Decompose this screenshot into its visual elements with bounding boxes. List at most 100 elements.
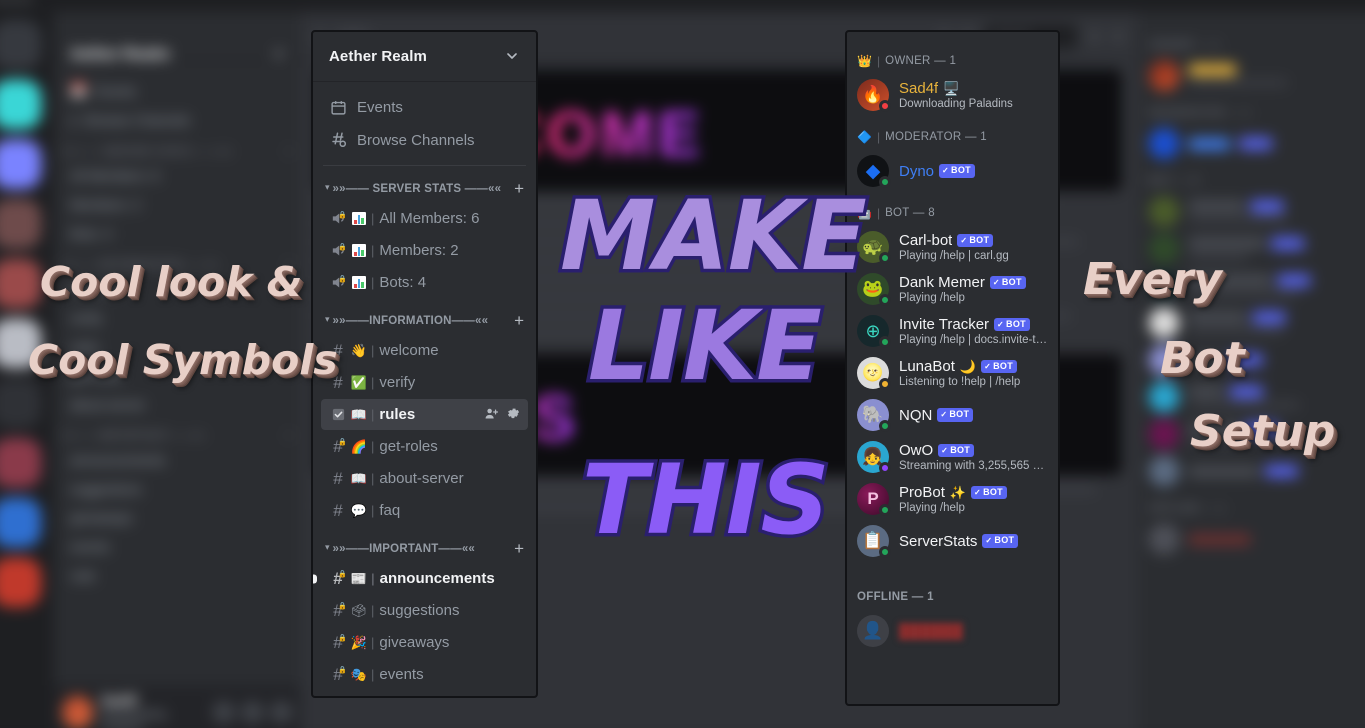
channel-actions[interactable] <box>484 406 521 424</box>
plus-icon[interactable]: + <box>514 540 524 557</box>
category-header-server-stats[interactable]: ▾ »»—— SERVER STATS ——«« + <box>321 175 528 202</box>
server-icon-9[interactable] <box>0 557 42 608</box>
avatar[interactable] <box>1148 455 1180 487</box>
check-icon: ✓ <box>942 166 950 175</box>
server-icon-1[interactable] <box>0 79 42 130</box>
server-icon-3[interactable] <box>0 199 42 249</box>
background-close-icon[interactable]: ✕ <box>273 47 284 63</box>
avatar[interactable] <box>1148 381 1180 413</box>
avatar[interactable]: 👧 <box>857 441 891 474</box>
microphone-icon[interactable] <box>212 700 235 724</box>
member-row-serverstats[interactable]: 📋 ServerStats ✓ BOT <box>847 520 1058 562</box>
server-icon-2[interactable] <box>0 139 42 189</box>
channel-bots[interactable]: 🔒 | Bots: 4 <box>321 267 528 298</box>
nav-item-events[interactable]: Events <box>321 91 528 123</box>
avatar[interactable]: 👤 <box>857 615 889 647</box>
plus-icon[interactable]: + <box>514 180 524 197</box>
chevron-down-icon[interactable]: ▾ <box>325 182 330 193</box>
category-header-important[interactable]: ▾ »»——IMPORTANT——«« + <box>321 535 528 562</box>
channel-announcements[interactable]: # 🔒 📰 | announcements <box>313 563 528 594</box>
gear-icon[interactable] <box>269 700 293 724</box>
callout-text-center-line3: THIS <box>579 444 834 556</box>
avatar[interactable] <box>1148 60 1180 92</box>
background-channel-7[interactable]: about-server <box>62 393 293 416</box>
avatar[interactable] <box>1148 128 1180 160</box>
server-icon-8[interactable] <box>0 497 42 548</box>
background-category-2[interactable]: »»——IMPORTANT——«« + <box>62 430 293 442</box>
background-channel-1[interactable]: Members: 2 <box>62 193 293 216</box>
background-nav-browse[interactable]: ♯ Browse Channels <box>62 109 293 132</box>
member-list-panel[interactable]: 👑 | OWNER — 1 🔥 Sad4f 🖥️ Downloading Pal… <box>845 30 1060 706</box>
member-row-carl-bot[interactable]: 🐢 Carl-bot ✓ BOT Playing /help | carl.gg <box>847 226 1058 268</box>
gear-icon[interactable] <box>506 406 521 424</box>
avatar[interactable] <box>1148 196 1180 228</box>
background-channel-9[interactable]: suggestions <box>62 477 293 500</box>
channel-list[interactable]: Events Browse Channels ▾ »»—— SERVER STA… <box>313 82 536 696</box>
background-channel-12[interactable]: vote <box>62 564 293 587</box>
chevron-down-icon[interactable]: ▾ <box>325 314 330 325</box>
category-header-information[interactable]: ▾ »»——INFORMATION——«« + <box>321 307 528 334</box>
inbox-icon[interactable] <box>1088 29 1101 43</box>
channel-welcome[interactable]: # 👋 | welcome <box>321 335 528 366</box>
server-header[interactable]: Aether Realm <box>313 32 536 82</box>
avatar[interactable]: 🐘 <box>857 399 891 432</box>
plus-icon[interactable]: + <box>286 146 293 158</box>
channel-about-server[interactable]: # 📖 | about-server <box>321 463 528 494</box>
background-user-bar[interactable]: Sad4f Downloading Paladins <box>53 685 301 728</box>
avatar[interactable]: 📋 <box>857 525 891 558</box>
background-channel-4[interactable]: verify <box>62 306 293 329</box>
headphones-icon[interactable] <box>241 700 264 724</box>
avatar[interactable]: ⊕ <box>857 315 891 348</box>
channel-all-members[interactable]: 🔒 | All Members: 6 <box>321 203 528 234</box>
channel-giveaways[interactable]: # 🔒 🎉 | giveaways <box>321 627 528 658</box>
channel-sidebar-panel[interactable]: Aether Realm Events Browse Channels ▾ »»… <box>311 30 538 698</box>
server-icon-7[interactable] <box>0 438 42 488</box>
avatar[interactable] <box>1148 418 1180 450</box>
nav-item-browse-channels[interactable]: Browse Channels <box>321 124 528 156</box>
member-row-nqn[interactable]: 🐘 NQN ✓ BOT <box>847 394 1058 436</box>
chevron-down-icon[interactable] <box>504 48 520 66</box>
background-channel-11[interactable]: events <box>62 535 293 558</box>
background-user-controls[interactable] <box>212 700 293 724</box>
server-icon-home[interactable] <box>0 19 42 70</box>
chevron-down-icon[interactable]: ▾ <box>325 542 330 553</box>
member-row-owo[interactable]: 👧 OwO ✓ BOT Streaming with 3,255,565 ser… <box>847 436 1058 478</box>
wave-emoji-icon: 👋 <box>350 342 368 358</box>
member-row-sad4f[interactable]: 🔥 Sad4f 🖥️ Downloading Paladins <box>847 74 1058 116</box>
member-row-lunabot[interactable]: 🌝 LunaBot 🌙 ✓ BOT Listening to !help | /h… <box>847 352 1058 394</box>
channel-rules[interactable]: 📖 | rules <box>321 399 528 430</box>
avatar[interactable]: P <box>857 483 891 516</box>
background-channel-2[interactable]: Bots: 4 <box>62 222 293 245</box>
avatar[interactable] <box>1148 523 1180 555</box>
status-badge-idle <box>879 378 891 390</box>
background-channel-8[interactable]: announcements <box>62 448 293 471</box>
server-icon-4[interactable] <box>0 258 42 309</box>
background-channel-10[interactable]: giveaways <box>62 506 293 529</box>
avatar[interactable]: 🌝 <box>857 357 891 390</box>
help-icon[interactable] <box>1112 29 1124 43</box>
member-row-offline-user[interactable]: 👤 ██████ <box>847 610 1058 652</box>
avatar[interactable] <box>61 695 93 728</box>
background-category-0[interactable]: »»—— SERVER STATS ——«« + <box>62 146 293 158</box>
member-row-dank-memer[interactable]: 🐸 Dank Memer ✓ BOT Playing /help <box>847 268 1058 310</box>
status-badge-streaming <box>879 462 891 474</box>
plus-icon[interactable]: + <box>514 312 524 329</box>
avatar[interactable]: 🔥 <box>857 79 891 112</box>
channel-events[interactable]: # 🔒 🎭 | events <box>321 659 528 690</box>
channel-faq[interactable]: # 💬 | faq <box>321 495 528 526</box>
channel-members[interactable]: 🔒 | Members: 2 <box>321 235 528 266</box>
background-nav-events[interactable]: 📅 Events <box>62 80 293 103</box>
separator: | <box>371 635 375 650</box>
channel-vote[interactable]: #🔒 🗳 | vote <box>321 691 528 696</box>
background-channel-0[interactable]: All Members: 6 <box>62 164 293 187</box>
plus-icon[interactable]: + <box>286 430 293 442</box>
member-row-invite-tracker[interactable]: ⊕ Invite Tracker ✓ BOT Playing /help | do… <box>847 310 1058 352</box>
member-row-probot[interactable]: P ProBot ✨ ✓ BOT Playing /help <box>847 478 1058 520</box>
channel-get-roles[interactable]: # 🔒 🌈 | get-roles <box>321 431 528 462</box>
channel-suggestions[interactable]: # 🔒 🗳 | suggestions <box>321 595 528 626</box>
channel-verify[interactable]: # ✅ | verify <box>321 367 528 398</box>
separator: | <box>371 503 375 518</box>
invite-member-icon[interactable] <box>484 406 499 424</box>
member-row-dyno[interactable]: ◆ Dyno ✓ BOT <box>847 150 1058 192</box>
server-icon-6[interactable] <box>0 378 42 428</box>
